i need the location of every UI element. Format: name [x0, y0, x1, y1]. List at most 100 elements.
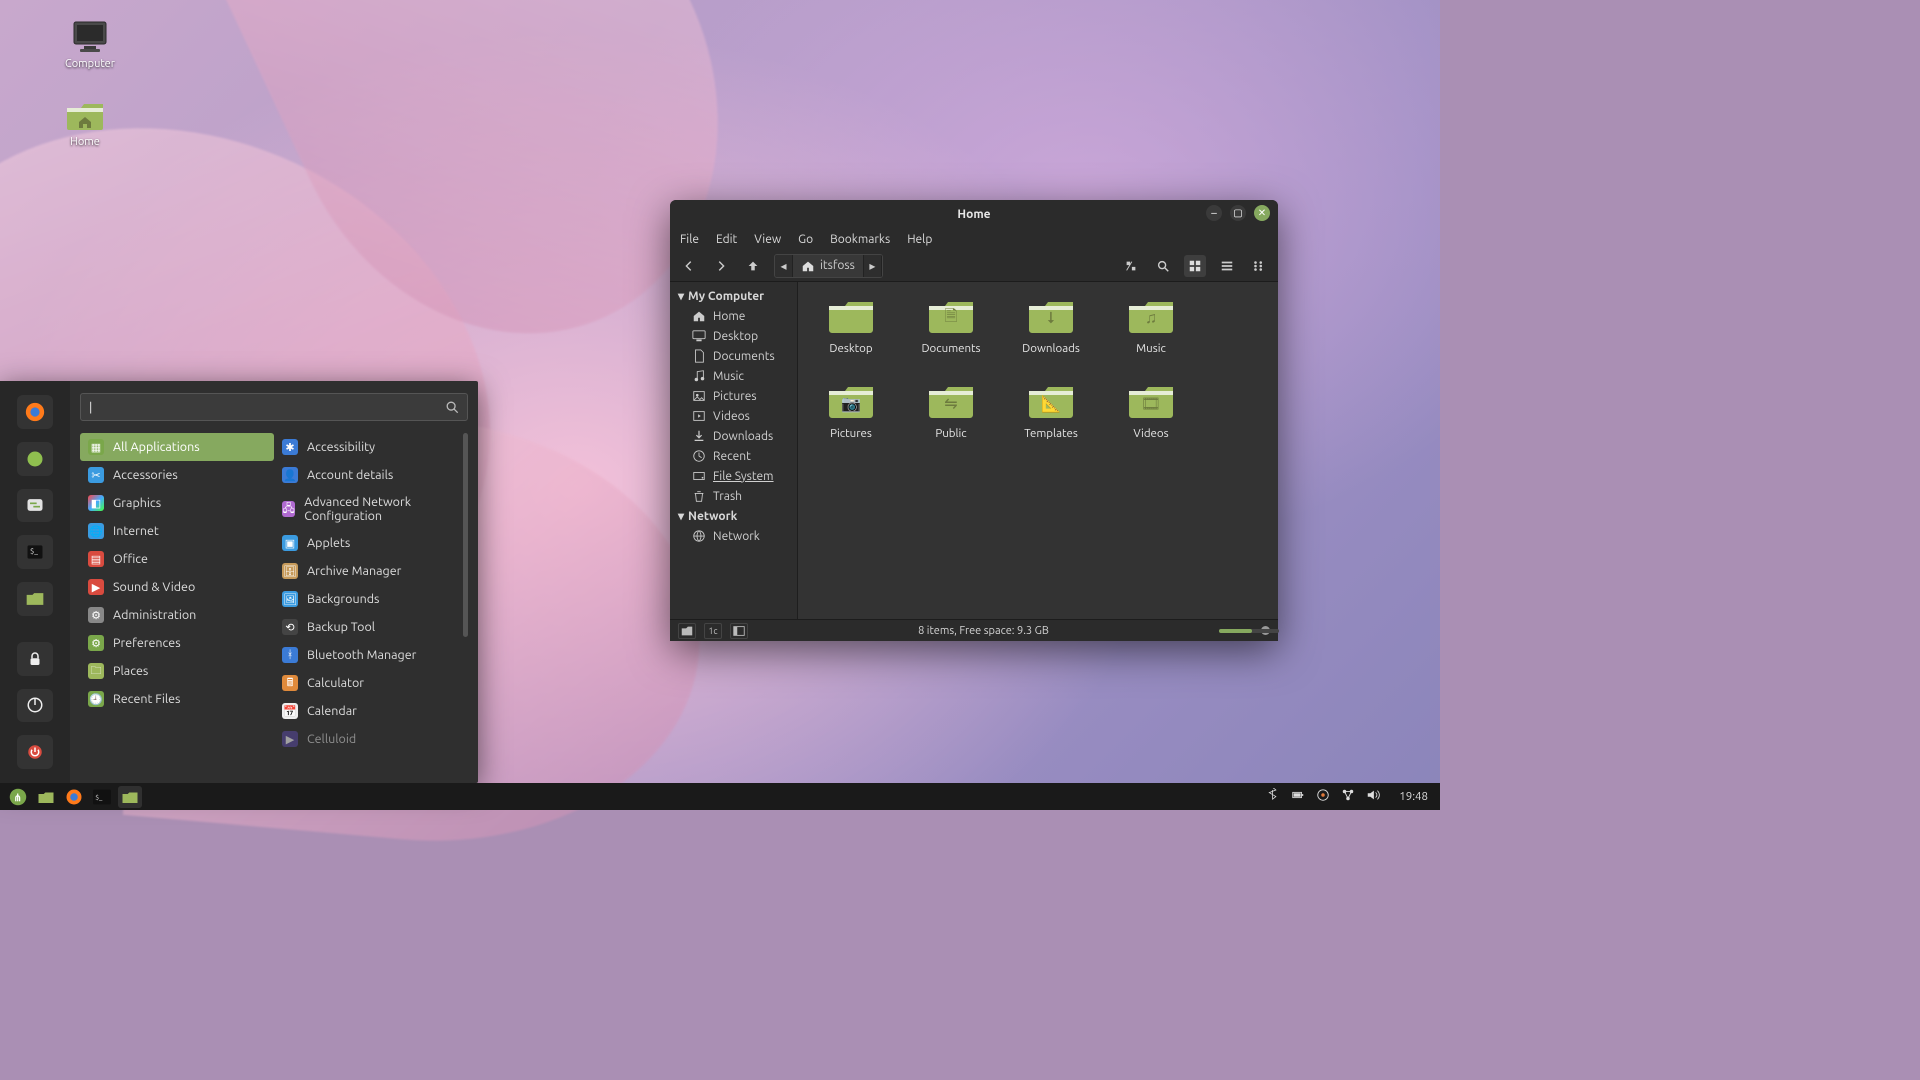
sidebar-item-network[interactable]: Network — [670, 526, 797, 546]
zoom-slider[interactable] — [1219, 629, 1279, 633]
maximize-button[interactable]: ▢ — [1230, 205, 1246, 221]
folder-downloads[interactable]: ⭣Downloads — [1016, 296, 1086, 355]
sidebar-header-network[interactable]: ▾Network — [670, 506, 797, 526]
app-calendar[interactable]: 📅Calendar — [274, 697, 468, 725]
menu-help[interactable]: Help — [907, 233, 932, 246]
taskbar-firefox[interactable] — [62, 786, 86, 808]
desktop-icon-computer[interactable]: Computer — [65, 20, 115, 70]
menu-go[interactable]: Go — [798, 233, 813, 246]
path-segment-home[interactable]: itsfoss — [793, 255, 864, 277]
back-button[interactable] — [678, 255, 700, 277]
folder-public[interactable]: ⇋Public — [916, 381, 986, 440]
search-input[interactable] — [89, 400, 445, 414]
show-places-button[interactable] — [678, 623, 696, 639]
app-backgrounds[interactable]: 🖼Backgrounds — [274, 585, 468, 613]
favorite-software[interactable] — [17, 442, 53, 476]
search-button[interactable] — [1152, 255, 1174, 277]
sidebar-item-recent[interactable]: Recent — [670, 446, 797, 466]
compact-view-button[interactable] — [1248, 255, 1270, 277]
taskbar-files[interactable] — [34, 786, 58, 808]
app-bluetooth[interactable]: ᚼBluetooth Manager — [274, 641, 468, 669]
up-button[interactable] — [742, 255, 764, 277]
taskbar-terminal[interactable]: $_ — [90, 786, 114, 808]
menu-file[interactable]: File — [680, 233, 699, 246]
menu-scrollbar[interactable] — [463, 433, 468, 637]
sidebar-item-music[interactable]: Music — [670, 366, 797, 386]
sidebar-item-pictures[interactable]: Pictures — [670, 386, 797, 406]
category-preferences[interactable]: ⚙Preferences — [80, 629, 274, 657]
toggle-path-button[interactable] — [1120, 255, 1142, 277]
category-admin[interactable]: ⚙Administration — [80, 601, 274, 629]
tray-volume-icon[interactable] — [1366, 788, 1380, 805]
play-icon: ▶ — [88, 579, 104, 595]
menu-bar: File Edit View Go Bookmarks Help — [670, 228, 1278, 250]
sidebar-item-trash[interactable]: Trash — [670, 486, 797, 506]
app-celluloid[interactable]: ▶Celluloid — [274, 725, 468, 753]
app-archive-manager[interactable]: 🗄Archive Manager — [274, 557, 468, 585]
app-accessibility[interactable]: ✱Accessibility — [274, 433, 468, 461]
toggle-sidebar-button[interactable] — [730, 623, 748, 639]
minimize-button[interactable]: ‒ — [1206, 205, 1222, 221]
folder-documents[interactable]: 🗎Documents — [916, 296, 986, 355]
path-next-button[interactable]: ▸ — [864, 255, 882, 277]
folder-view[interactable]: Desktop 🗎Documents ⭣Downloads ♫Music 📷Pi… — [798, 282, 1278, 619]
app-network-config[interactable]: 🖧Advanced Network Configuration — [274, 489, 468, 529]
menu-bookmarks[interactable]: Bookmarks — [830, 233, 890, 246]
category-recent[interactable]: 🕘Recent Files — [80, 685, 274, 713]
power-button[interactable] — [17, 735, 53, 769]
sidebar-item-downloads[interactable]: Downloads — [670, 426, 797, 446]
titlebar[interactable]: Home ‒ ▢ ✕ — [670, 200, 1278, 228]
category-all[interactable]: ▦All Applications — [80, 433, 274, 461]
app-applets[interactable]: ▣Applets — [274, 529, 468, 557]
tray-updates-icon[interactable] — [1316, 788, 1330, 805]
sidebar-item-documents[interactable]: Documents — [670, 346, 797, 366]
document-icon: 🗎 — [927, 302, 975, 334]
clock[interactable]: 19:48 — [1399, 790, 1428, 803]
sidebar-item-desktop[interactable]: Desktop — [670, 326, 797, 346]
image-icon: 🖼 — [282, 591, 298, 607]
show-tree-button[interactable]: 1c — [704, 623, 722, 639]
favorite-terminal[interactable]: $_ — [17, 535, 53, 569]
category-graphics[interactable]: ◧Graphics — [80, 489, 274, 517]
app-backup-tool[interactable]: ⟲Backup Tool — [274, 613, 468, 641]
folder-music[interactable]: ♫Music — [1116, 296, 1186, 355]
favorite-files[interactable] — [17, 582, 53, 616]
tray-bluetooth-icon[interactable] — [1266, 788, 1280, 805]
category-office[interactable]: ▤Office — [80, 545, 274, 573]
category-accessories[interactable]: ✂Accessories — [80, 461, 274, 489]
forward-button[interactable] — [710, 255, 732, 277]
app-account-details[interactable]: 👤Account details — [274, 461, 468, 489]
menu-view[interactable]: View — [754, 233, 781, 246]
menu-edit[interactable]: Edit — [716, 233, 737, 246]
category-sound[interactable]: ▶Sound & Video — [80, 573, 274, 601]
favorite-firefox[interactable] — [17, 395, 53, 429]
palette-icon: ◧ — [88, 495, 104, 511]
videos-icon — [692, 409, 706, 423]
sidebar-item-filesystem[interactable]: File System — [670, 466, 797, 486]
lock-button[interactable] — [17, 642, 53, 676]
sidebar-header-computer[interactable]: ▾My Computer — [670, 286, 797, 306]
close-button[interactable]: ✕ — [1254, 205, 1270, 221]
folder-icon: 🗎 — [927, 296, 975, 334]
desktop-icon-home[interactable]: Home — [65, 98, 105, 148]
start-button[interactable]: ⋔ — [6, 786, 30, 808]
category-internet[interactable]: 🌐Internet — [80, 517, 274, 545]
list-view-button[interactable] — [1216, 255, 1238, 277]
favorite-settings[interactable] — [17, 489, 53, 523]
path-prev-button[interactable]: ◂ — [775, 255, 793, 277]
folder-desktop[interactable]: Desktop — [816, 296, 886, 355]
taskbar-window-files[interactable] — [118, 786, 142, 808]
category-places[interactable]: 🗀Places — [80, 657, 274, 685]
file-manager-window: Home ‒ ▢ ✕ File Edit View Go Bookmarks H… — [670, 200, 1278, 641]
folder-videos[interactable]: 🎞Videos — [1116, 381, 1186, 440]
icon-view-button[interactable] — [1184, 255, 1206, 277]
search-box[interactable] — [80, 393, 468, 421]
tray-battery-icon[interactable] — [1291, 788, 1305, 805]
folder-pictures[interactable]: 📷Pictures — [816, 381, 886, 440]
sidebar-item-videos[interactable]: Videos — [670, 406, 797, 426]
sidebar-item-home[interactable]: Home — [670, 306, 797, 326]
tray-network-icon[interactable] — [1341, 788, 1355, 805]
folder-templates[interactable]: 📐Templates — [1016, 381, 1086, 440]
logout-button[interactable] — [17, 689, 53, 723]
app-calculator[interactable]: 🖩Calculator — [274, 669, 468, 697]
